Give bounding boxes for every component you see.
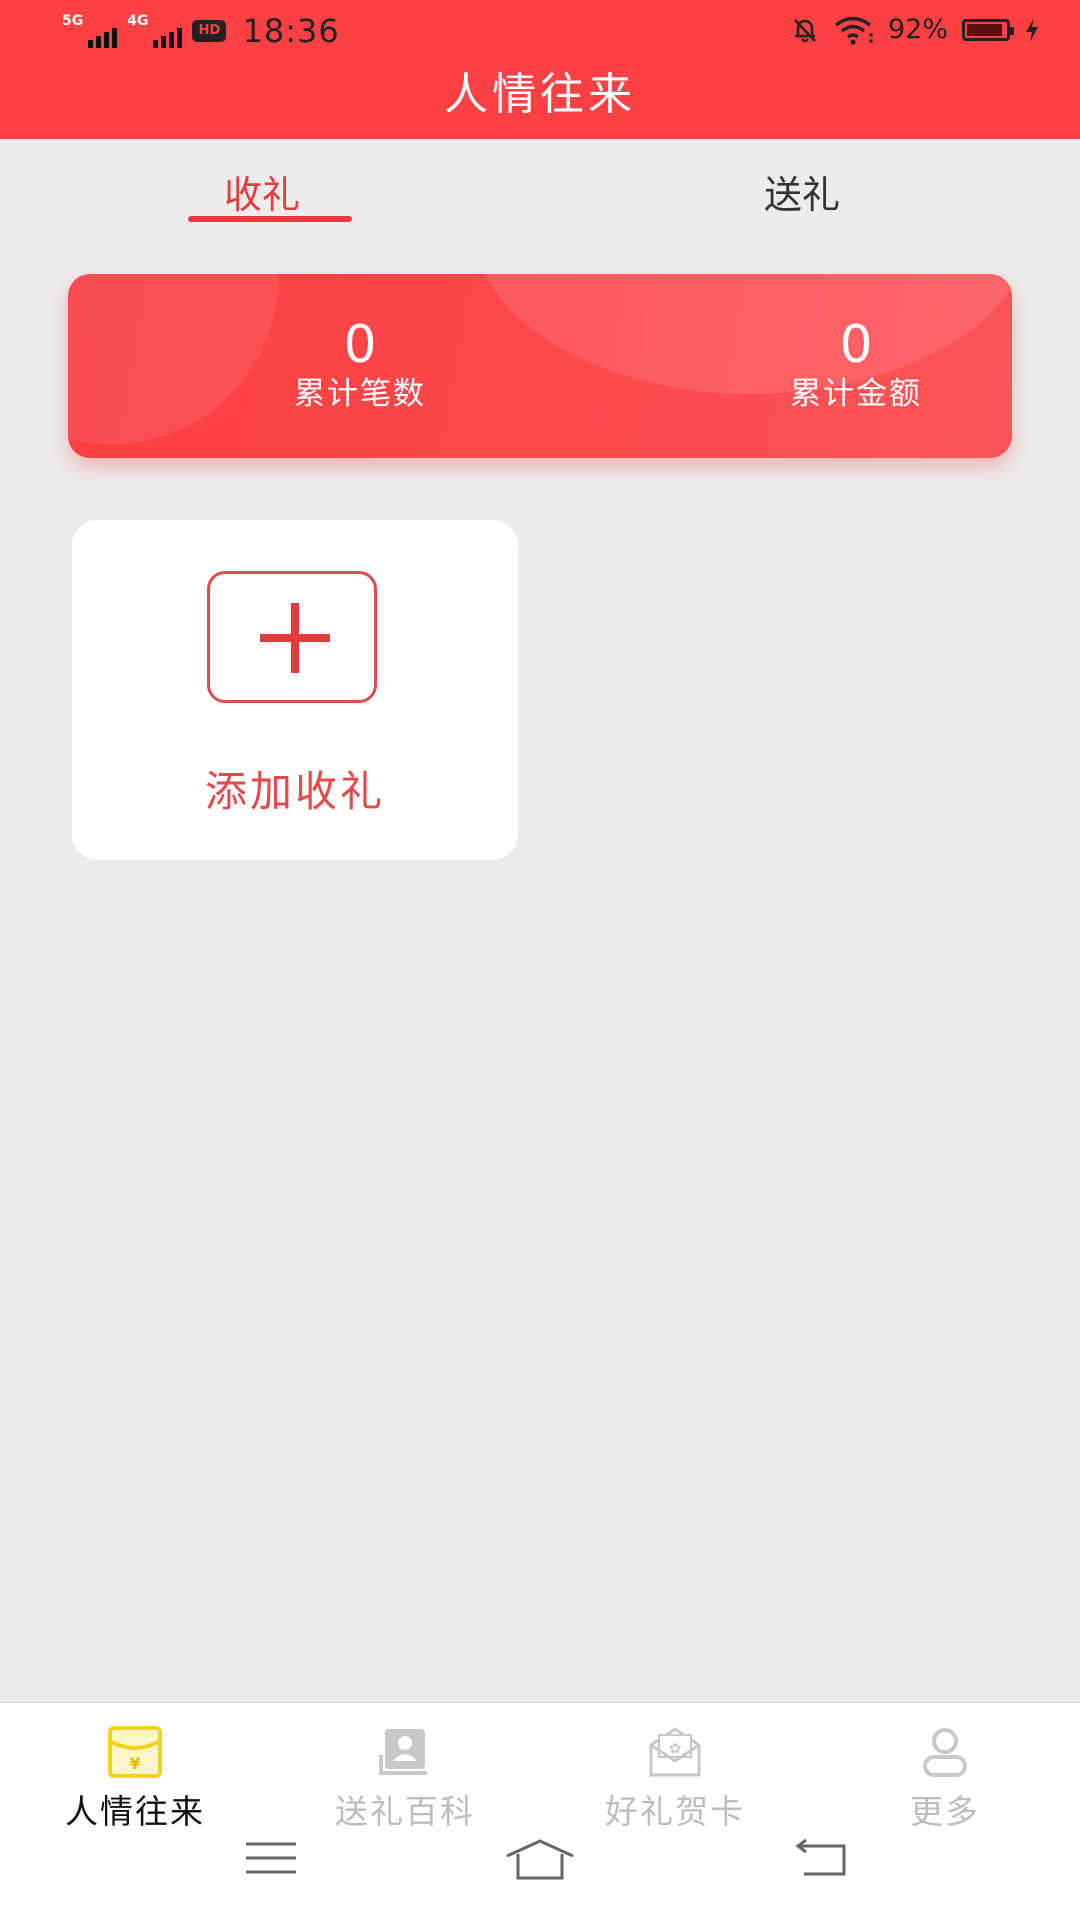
- nav-item-greeting-card[interactable]: ✿ 好礼贺卡: [565, 1725, 785, 1833]
- tab-receive-gift[interactable]: 收礼: [224, 164, 300, 219]
- hd-voice-icon: HD: [192, 20, 227, 42]
- svg-text:✿: ✿: [669, 1741, 681, 1757]
- plus-icon[interactable]: [207, 571, 377, 703]
- nav-item-more[interactable]: 更多: [835, 1725, 1055, 1833]
- home-icon[interactable]: [504, 1838, 576, 1884]
- total-amount-label: 累计金额: [790, 376, 922, 412]
- greeting-card-icon: ✿: [649, 1727, 701, 1777]
- total-amount-value: 0: [839, 315, 873, 375]
- total-count-label: 累计笔数: [294, 376, 426, 412]
- nav-label: 更多: [910, 1792, 980, 1831]
- charging-icon: [1026, 17, 1038, 42]
- tab-send-gift[interactable]: 送礼: [764, 164, 840, 219]
- signal-4g-icon: 4G: [127, 13, 183, 48]
- nav-label: 人情往来: [65, 1792, 205, 1831]
- user-icon: [923, 1728, 967, 1777]
- network-type-4g: 4G: [127, 13, 149, 29]
- active-tab-indicator: [188, 216, 352, 222]
- encyclopedia-icon: [379, 1729, 427, 1775]
- page-title: 人情往来: [444, 69, 636, 120]
- total-amount-stat: 0 累计金额: [706, 316, 1006, 414]
- menu-icon[interactable]: [244, 1838, 298, 1878]
- svg-text:¥: ¥: [129, 1754, 140, 1773]
- network-type-5g: 5G: [62, 13, 84, 29]
- add-receive-gift-card[interactable]: 添加收礼: [72, 520, 518, 860]
- mute-bell-icon: [794, 18, 816, 42]
- status-time: 18:36: [242, 12, 340, 50]
- nav-label: 送礼百科: [335, 1792, 475, 1831]
- back-icon[interactable]: [794, 1838, 850, 1880]
- total-count-value: 0: [343, 315, 377, 375]
- total-count-stat: 0 累计笔数: [210, 316, 510, 414]
- nav-item-renqing[interactable]: ¥ 人情往来: [25, 1725, 245, 1833]
- battery-percent: 92%: [887, 14, 948, 45]
- add-receive-gift-label: 添加收礼: [204, 767, 385, 816]
- battery-icon: [962, 18, 1014, 41]
- signal-5g-icon: 5G: [62, 13, 118, 48]
- nav-item-encyclopedia[interactable]: 送礼百科: [295, 1725, 515, 1833]
- nav-label: 好礼贺卡: [605, 1792, 745, 1831]
- summary-card: 0 累计笔数 0 累计金额: [68, 274, 1012, 458]
- app-header: 5G 4G HD 18:36 92% 人情往来: [0, 0, 1080, 139]
- red-envelope-icon: ¥: [108, 1726, 162, 1778]
- bottom-navigation: ¥ 人情往来 送礼百科 ✿ 好礼贺卡 更多: [0, 1702, 1080, 1921]
- wifi-icon: [834, 16, 873, 45]
